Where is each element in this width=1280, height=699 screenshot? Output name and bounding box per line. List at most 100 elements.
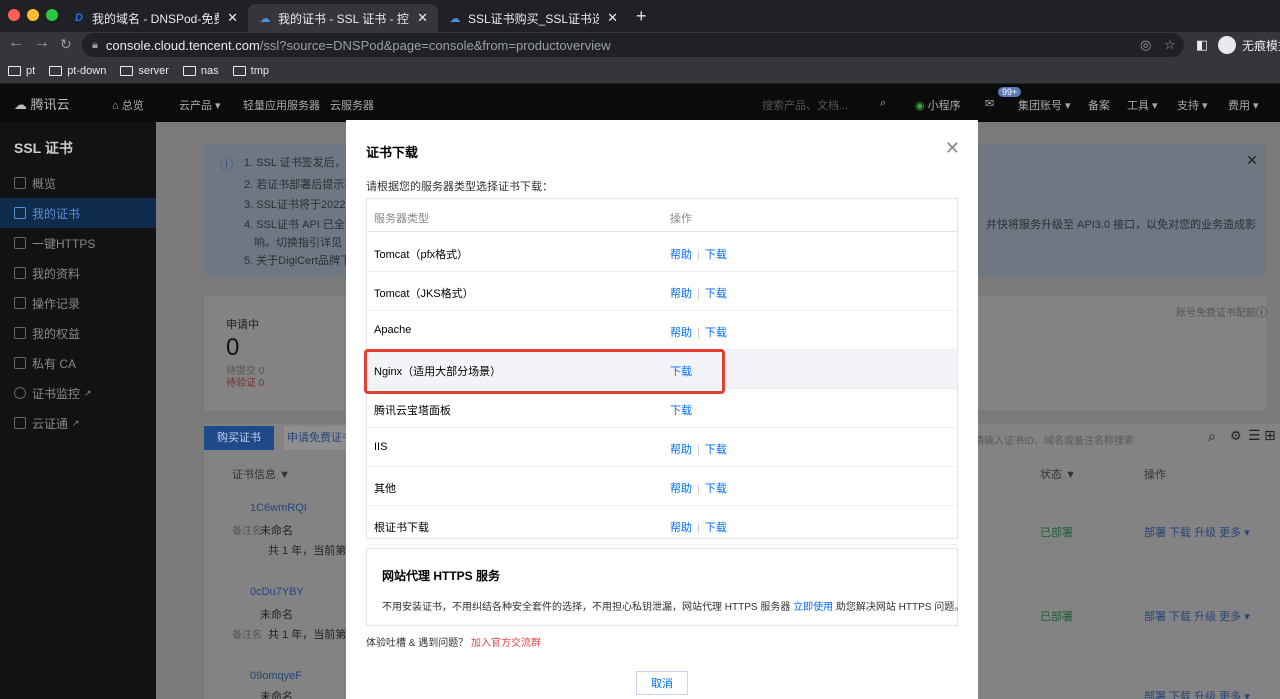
filter-icon[interactable]: ▼ (1065, 469, 1076, 481)
close-icon[interactable]: ✕ (945, 138, 960, 159)
help-link[interactable]: 帮助 (670, 522, 692, 534)
server-type-name: IIS (374, 441, 388, 453)
download-link[interactable]: 下载 (705, 249, 727, 261)
bookmark-folder[interactable]: server (120, 65, 169, 77)
help-link[interactable]: 帮助 (670, 327, 692, 339)
browser-tab-bar: D 我的域名 - DNSPod-免费智能DN ✕ ☁ 我的证书 - SSL 证书… (0, 0, 1280, 32)
col-status: 状态 ▼ (1040, 469, 1076, 481)
bookmark-folder[interactable]: pt-down (49, 65, 106, 77)
star-icon[interactable]: ☆ (1164, 37, 1176, 53)
tencent-cloud-icon: ☁ (449, 12, 461, 25)
nav-cvm[interactable]: 云服务器 (330, 97, 374, 113)
sidebar-item-cert-monitor[interactable]: 证书监控 ↗ (0, 378, 156, 408)
external-link-icon: ↗ (72, 417, 80, 428)
bookmark-folder[interactable]: pt (8, 65, 35, 77)
use-now-link[interactable]: 立即使用 (793, 602, 833, 613)
url-host: console.cloud.tencent.com (105, 37, 260, 53)
close-tab-icon[interactable]: ✕ (417, 10, 428, 26)
sidebar-item-yunzhengtong[interactable]: 云证通 ↗ (0, 408, 156, 438)
browser-tab[interactable]: ☁ SSL证书购买_SSL证书选购 - 腾 ✕ (438, 4, 628, 32)
filter-icon[interactable]: ▼ (279, 469, 290, 481)
help-link[interactable]: 帮助 (670, 249, 692, 261)
minimize-window-button[interactable] (27, 9, 39, 21)
server-type-name: Apache (374, 324, 412, 336)
new-tab-button[interactable]: + (636, 6, 647, 27)
close-tab-icon[interactable]: ✕ (227, 10, 238, 26)
nav-icp[interactable]: 备案 (1088, 97, 1110, 113)
join-group-link[interactable]: 加入官方交流群 (471, 638, 541, 649)
folder-icon (232, 65, 246, 76)
incognito-profile[interactable]: 无痕模式 (1218, 36, 1280, 54)
tencent-cloud-logo[interactable]: ☁ 腾讯云 (14, 94, 70, 113)
cert-id-link[interactable]: 0cDu7YBY (250, 586, 304, 598)
cert-id-link[interactable]: 09omqyeF (250, 670, 302, 682)
https-icon (14, 237, 26, 249)
nav-billing[interactable]: 费用 ▾ (1228, 97, 1259, 113)
download-link[interactable]: 下载 (705, 327, 727, 339)
bookmark-folder[interactable]: nas (182, 65, 219, 77)
shield-icon (14, 417, 26, 429)
url-bar[interactable]: 🔒︎ console.cloud.tencent.com/ssl?source=… (82, 33, 1184, 57)
download-link[interactable]: 下载 (705, 444, 727, 456)
separator: | (697, 327, 700, 339)
log-icon (14, 297, 26, 309)
mini-program-link[interactable]: ◉ 小程序 (915, 97, 961, 113)
forward-arrow-icon[interactable]: → (34, 34, 50, 52)
back-arrow-icon[interactable]: ← (8, 34, 24, 52)
mail-icon[interactable]: ✉ (985, 97, 994, 110)
row-actions: 帮助 | 下载 (670, 441, 727, 457)
sidebar-item-one-click-https[interactable]: 一键HTTPS (0, 228, 156, 258)
server-type-name: Tomcat（JKS格式） (374, 288, 474, 300)
search-icon[interactable]: ⌕ (880, 97, 886, 110)
cancel-button[interactable]: 取消 (636, 671, 688, 695)
close-tab-icon[interactable]: ✕ (607, 10, 618, 26)
col-cert-info: 证书信息 ▼ (232, 469, 290, 481)
nav-home[interactable]: ⌂ 总览 (112, 97, 144, 113)
search-icon[interactable]: ⌕ (1208, 428, 1216, 445)
download-link[interactable]: 下载 (705, 483, 727, 495)
sidebar-item-my-certs[interactable]: 我的证书 (0, 198, 156, 228)
nav-support[interactable]: 支持 ▾ (1177, 97, 1208, 113)
grid-view-icon[interactable]: ⊞ (1264, 427, 1276, 444)
sidebar-item-benefits[interactable]: 我的权益 (0, 318, 156, 348)
nav-tools[interactable]: 工具 ▾ (1127, 97, 1158, 113)
eye-slash-icon[interactable]: ◎ (1140, 37, 1151, 53)
nav-lighthouse[interactable]: 轻量应用服务器 (243, 97, 320, 113)
bookmark-folder[interactable]: tmp (232, 65, 269, 77)
browser-tab[interactable]: D 我的域名 - DNSPod-免费智能DN ✕ (62, 4, 248, 32)
reload-icon[interactable]: ↻ (60, 36, 72, 53)
help-link[interactable]: 帮助 (670, 288, 692, 300)
close-icon[interactable]: ✕ (1246, 152, 1258, 169)
download-link[interactable]: 下载 (705, 288, 727, 300)
nav-group-account[interactable]: 集团账号 ▾ (1018, 97, 1071, 113)
row-actions: 下载 (670, 402, 692, 418)
cert-search-input[interactable]: 请输入证书ID、域名或备注名称搜索 (974, 432, 1134, 447)
help-link[interactable]: 帮助 (670, 444, 692, 456)
sidebar-item-overview[interactable]: 概览 (0, 168, 156, 198)
sidebar-item-my-info[interactable]: 我的资料 (0, 258, 156, 288)
separator: | (697, 522, 700, 534)
download-link[interactable]: 下载 (670, 366, 692, 378)
nav-products[interactable]: 云产品 ▾ (179, 97, 221, 113)
browser-tab-active[interactable]: ☁ 我的证书 - SSL 证书 - 控制台 ✕ (248, 4, 438, 32)
side-panel-icon[interactable]: ◧ (1196, 37, 1208, 53)
row-actions[interactable]: 部署 下载 升级 更多 ▾ (1144, 608, 1250, 624)
help-link[interactable]: 帮助 (670, 483, 692, 495)
server-type-row: Tomcat（JKS格式） 帮助 | 下载 (367, 272, 957, 311)
row-actions[interactable]: 部署 下载 升级 更多 ▾ (1144, 688, 1250, 699)
row-actions: 下载 (670, 363, 692, 379)
console-search-input[interactable]: 搜索产品、文档... (762, 97, 848, 113)
buy-cert-button[interactable]: 购买证书 (204, 426, 274, 450)
settings-icon[interactable]: ⚙ (1230, 428, 1242, 444)
sidebar-item-operation-log[interactable]: 操作记录 (0, 288, 156, 318)
close-window-button[interactable] (8, 9, 20, 21)
zoom-window-button[interactable] (46, 9, 58, 21)
cert-id-link[interactable]: 1C6wmRQI (250, 502, 307, 514)
separator: | (697, 288, 700, 300)
row-actions[interactable]: 部署 下载 升级 更多 ▾ (1144, 524, 1250, 540)
list-view-icon[interactable]: ☰ (1248, 427, 1261, 444)
sidebar-item-private-ca[interactable]: 私有 CA (0, 348, 156, 378)
server-type-row: 腾讯云宝塔面板 下载 (367, 389, 957, 428)
download-link[interactable]: 下载 (705, 522, 727, 534)
download-link[interactable]: 下载 (670, 405, 692, 417)
